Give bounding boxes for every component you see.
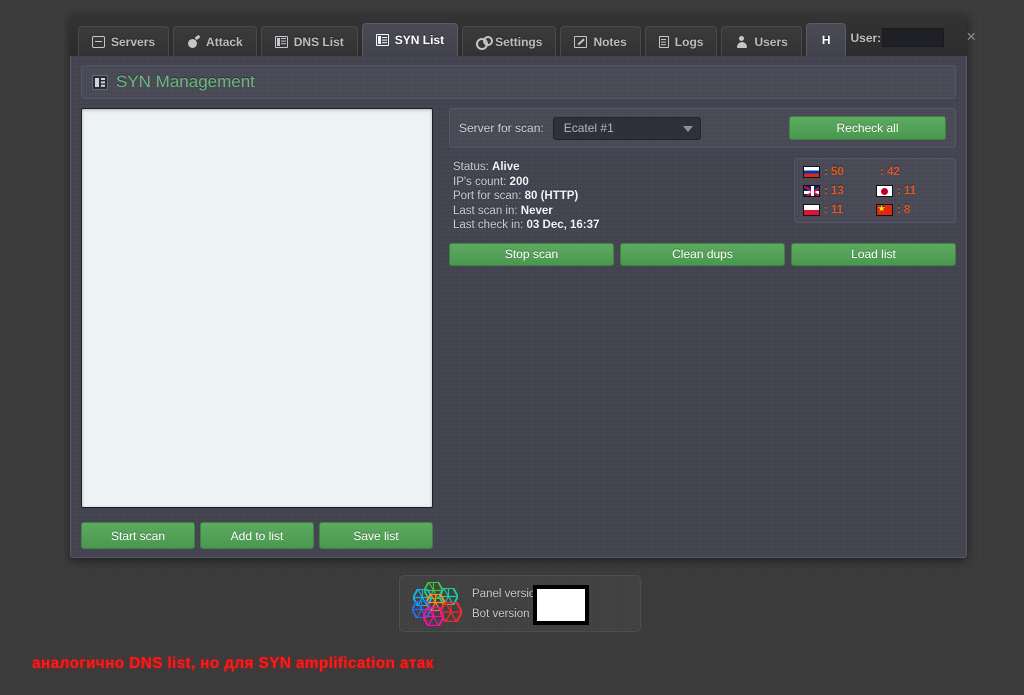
tab-users[interactable]: Users: [721, 26, 802, 56]
tab-syn-list[interactable]: SYN List: [361, 23, 459, 56]
servers-icon: [92, 35, 105, 48]
user-value-field[interactable]: [882, 28, 945, 47]
tab-label: Settings: [495, 34, 543, 49]
country-count: : 11: [824, 204, 844, 216]
panel-version-row: Panel version: [472, 584, 542, 604]
tab-h[interactable]: H: [805, 23, 847, 56]
start-scan-button[interactable]: Start scan: [81, 522, 195, 549]
status-line: Last check in: 03 Dec, 16:37: [453, 218, 784, 233]
status-label: Last check in:: [453, 219, 524, 232]
content-area: Start scan Add to list Save list Server …: [81, 108, 956, 549]
tab-label: Servers: [111, 34, 156, 49]
country-count: : 11: [897, 185, 917, 197]
tab-dns-list[interactable]: DNS List: [260, 26, 358, 56]
status-value: 80 (HTTP): [524, 190, 579, 203]
country-count-item: : 11: [803, 204, 876, 216]
gears-icon: [476, 35, 494, 50]
document-icon: [658, 35, 669, 48]
tab-servers[interactable]: Servers: [78, 26, 170, 56]
version-text: Panel version Bot version: [472, 584, 542, 624]
country-count-item: : 11: [876, 185, 949, 197]
tab-notes[interactable]: Notes: [560, 26, 641, 56]
country-count-item: : 50: [803, 166, 876, 178]
country-count: : 50: [824, 166, 844, 178]
country-count: : 13: [824, 185, 844, 197]
panel-body: SYN Management Start scan Add to list Sa…: [70, 56, 967, 558]
status-label: Port for scan:: [453, 190, 522, 203]
tab-label: Attack: [206, 34, 243, 49]
status-value: 200: [509, 175, 529, 188]
scan-actions: Stop scan Clean dups Load list: [449, 242, 956, 266]
tab-label: SYN List: [394, 33, 445, 47]
tab-label: Users: [754, 34, 788, 49]
load-list-button[interactable]: Load list: [791, 242, 956, 266]
country-count-item: : 8: [876, 204, 949, 216]
tab-label: Notes: [593, 34, 627, 49]
panel-version-label: Panel version: [472, 587, 542, 600]
country-count-item: : 13: [803, 185, 876, 197]
scan-column: Server for scan: Ecatel #1 Recheck all S…: [449, 108, 956, 549]
tab-settings[interactable]: Settings: [462, 26, 557, 56]
united-kingdom-flag-icon: [803, 185, 820, 197]
version-redaction-box: [533, 585, 589, 625]
recheck-all-button[interactable]: Recheck all: [789, 116, 946, 140]
stop-scan-button[interactable]: Stop scan: [449, 242, 614, 266]
version-panel: Panel version Bot version: [399, 575, 641, 632]
status-value: Alive: [492, 161, 520, 173]
list-actions: Start scan Add to list Save list: [81, 522, 433, 549]
list-icon: [274, 35, 288, 48]
server-select-wrapper: Ecatel #1: [552, 116, 701, 140]
country-count: : 8: [897, 204, 911, 216]
tab-bar: Servers Attack DNS List SYN List Setting…: [70, 13, 976, 56]
status-line: Port for scan: 80 (HTTP): [453, 189, 784, 204]
notes-icon: [574, 35, 588, 48]
status-label: IP's count:: [453, 175, 507, 188]
application-window: Servers Attack DNS List SYN List Setting…: [70, 13, 976, 558]
close-icon[interactable]: ×: [962, 28, 980, 47]
tab-label: DNS List: [293, 34, 344, 49]
add-to-list-button[interactable]: Add to list: [200, 522, 314, 549]
bot-version-label: Bot version: [472, 607, 530, 620]
user-icon: [735, 35, 748, 48]
country-count: : 42: [880, 166, 900, 178]
save-list-button[interactable]: Save list: [319, 522, 433, 549]
bot-version-row: Bot version: [472, 604, 542, 624]
japan-flag-icon: [876, 185, 893, 197]
country-count-item: : 42: [876, 166, 949, 178]
status-label: Status:: [453, 161, 489, 173]
tab-logs[interactable]: Logs: [644, 26, 718, 56]
server-for-scan-label: Server for scan:: [459, 121, 544, 135]
status-block: Status: Alive IP's count: 200 Port for s…: [449, 158, 784, 233]
bomb-icon: [187, 36, 200, 48]
info-row: Status: Alive IP's count: 200 Port for s…: [449, 158, 956, 233]
status-label: Last scan in:: [453, 204, 518, 217]
user-label: User:: [850, 30, 882, 45]
status-line: IP's count: 200: [453, 175, 784, 190]
status-value: Never: [520, 204, 553, 217]
ip-list-column: Start scan Add to list Save list: [81, 108, 433, 549]
scan-toolbar: Server for scan: Ecatel #1 Recheck all: [449, 108, 956, 148]
country-counts-box: : 50 : 42 : 13 : 11: 11 ★: 8: [794, 158, 956, 223]
china-flag-icon: [876, 204, 893, 216]
ip-list-textarea[interactable]: [81, 108, 433, 508]
status-line: Last scan in: Never: [453, 204, 784, 219]
page-title-bar: SYN Management: [81, 65, 956, 99]
poland-flag-icon: [803, 204, 820, 216]
hex-magenta: [423, 606, 444, 626]
tab-label: Logs: [674, 34, 704, 49]
user-area: User: ×: [850, 28, 994, 56]
status-line: Status: Alive: [453, 160, 784, 175]
clean-dups-button[interactable]: Clean dups: [620, 242, 785, 266]
annotation-text: аналогично DNS list, но для SYN amplific…: [32, 655, 434, 672]
page-title: SYN Management: [116, 72, 255, 91]
hexagon-logo-icon: [412, 581, 462, 626]
status-value: 03 Dec, 16:37: [526, 219, 600, 232]
list-icon: [375, 34, 389, 46]
russia-flag-icon: [803, 166, 820, 178]
tab-attack[interactable]: Attack: [173, 26, 257, 56]
tab-label: H: [821, 33, 831, 47]
server-select[interactable]: Ecatel #1: [552, 116, 701, 140]
list-icon: [92, 74, 108, 90]
